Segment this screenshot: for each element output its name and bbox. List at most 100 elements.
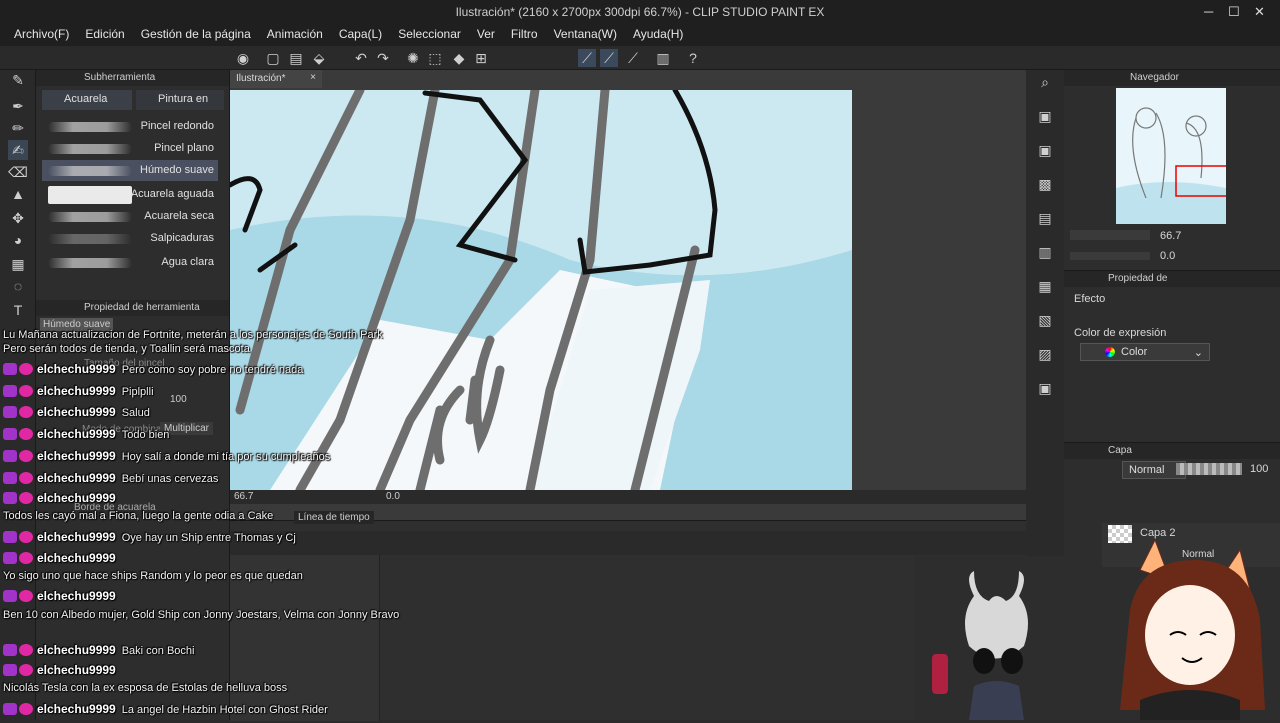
pencil-icon[interactable]: ✏: [8, 118, 28, 138]
menu-edicion[interactable]: Edición: [77, 24, 132, 46]
maximize-button[interactable]: ☐: [1228, 4, 1240, 20]
navigator-panel: Navegador 66.7 0.0: [1064, 70, 1280, 270]
selection-pen-icon[interactable]: ✎: [8, 70, 28, 90]
menu-gestion-pagina[interactable]: Gestión de la página: [133, 24, 259, 46]
chat-message: elchechu9999 Pero como soy pobre no tendr…: [3, 362, 303, 376]
brush-humedo-suave[interactable]: Húmedo suave: [42, 160, 218, 181]
subtool-header: Subherramienta: [36, 70, 229, 86]
window-icon[interactable]: ▥: [654, 49, 672, 67]
chat-message: elchechu9999 Todo bien: [3, 427, 169, 441]
redo-icon[interactable]: ↷: [374, 49, 392, 67]
airbrush-icon[interactable]: ▲: [8, 184, 28, 204]
chat-message: elchechu9999 Oye hay un Ship entre Thomas…: [3, 530, 296, 544]
transform-icon[interactable]: ⊞: [472, 49, 490, 67]
history-icon[interactable]: ▦: [1035, 276, 1055, 296]
clear-icon[interactable]: ⬚: [426, 49, 444, 67]
webcam-overlay: [914, 556, 1078, 720]
snap-grid-icon[interactable]: ⟋: [624, 49, 642, 67]
fill-icon[interactable]: ◆: [450, 49, 468, 67]
auto-action-icon[interactable]: ▧: [1035, 310, 1055, 330]
layer-name: Capa 2: [1140, 527, 1176, 539]
brush-pincel-plano[interactable]: Pincel plano: [42, 138, 218, 159]
menu-seleccionar[interactable]: Seleccionar: [390, 24, 469, 46]
loading-icon[interactable]: ✺: [404, 49, 422, 67]
subtool-tab-acuarela[interactable]: Acuarela: [42, 90, 132, 110]
document-tab[interactable]: Ilustración* ×: [230, 70, 322, 88]
chat-message: elchechu9999 La angel de Hazbin Hotel con…: [3, 702, 328, 716]
subtool-tab-pintura[interactable]: Pintura en: [136, 90, 224, 110]
chat-message: elchechu9999: [3, 589, 122, 603]
brush-pincel-redondo[interactable]: Pincel redondo: [42, 116, 218, 137]
menu-ventana[interactable]: Ventana(W): [546, 24, 625, 46]
snap-ruler-icon[interactable]: ⟋: [578, 49, 596, 67]
material-icon[interactable]: ▩: [1035, 174, 1055, 194]
save-icon[interactable]: ⬙: [310, 49, 328, 67]
chat-message: elchechu9999: [3, 663, 122, 677]
chat-message: Lu Mañana actualizacion de Fortnite, met…: [3, 329, 383, 355]
menu-filtro[interactable]: Filtro: [503, 24, 546, 46]
chat-message: elchechu9999 Salud: [3, 405, 150, 419]
menu-bar: Archivo(F) Edición Gestión de la página …: [0, 24, 1280, 46]
brush-icon[interactable]: ✍: [8, 140, 28, 160]
minimize-button[interactable]: ─: [1204, 4, 1213, 19]
zoom-slider[interactable]: [1070, 230, 1150, 240]
brush-acuarela-aguada[interactable]: Acuarela aguada: [42, 184, 218, 205]
menu-ver[interactable]: Ver: [469, 24, 503, 46]
property-header: Propiedad de: [1064, 271, 1280, 287]
document-tab-label: Ilustración*: [236, 73, 286, 84]
navigator-header: Navegador: [1064, 70, 1280, 86]
brush-acuarela-seca[interactable]: Acuarela seca: [42, 206, 218, 227]
brush-salpicaduras[interactable]: Salpicaduras: [42, 228, 218, 249]
effect-label: Efecto: [1074, 293, 1106, 305]
streamer-avatar: [1100, 538, 1280, 720]
new-file-icon[interactable]: ▢: [264, 49, 282, 67]
help-icon[interactable]: ?: [684, 49, 702, 67]
tab-close-icon[interactable]: ×: [310, 72, 316, 83]
move-icon[interactable]: ✥: [8, 208, 28, 228]
rotation-slider[interactable]: [1070, 252, 1150, 260]
chat-overlay: Lu Mañana actualizacion de Fortnite, met…: [0, 328, 420, 720]
import-icon[interactable]: ▣: [1035, 106, 1055, 126]
layer-search-icon[interactable]: ▤: [1035, 208, 1055, 228]
export-icon[interactable]: ▣: [1035, 140, 1055, 160]
color-wheel-icon: [1105, 347, 1115, 357]
menu-ayuda[interactable]: Ayuda(H): [625, 24, 691, 46]
sub-view-icon[interactable]: ▥: [1035, 242, 1055, 262]
menu-archivo[interactable]: Archivo(F): [6, 24, 77, 46]
expression-color-select[interactable]: Color ⌄: [1080, 343, 1210, 361]
chat-message: elchechu9999 Bebí unas cervezas: [3, 471, 218, 485]
undo-icon[interactable]: ↶: [352, 49, 370, 67]
search-icon[interactable]: ⌕: [1035, 72, 1055, 92]
expression-color-label: Color de expresión: [1074, 327, 1167, 339]
layer-header: Capa: [1064, 443, 1280, 459]
item-bank-icon[interactable]: ▨: [1035, 344, 1055, 364]
figure-icon[interactable]: ▦: [8, 254, 28, 274]
chat-message: elchechu9999 Piplplli: [3, 384, 154, 398]
brush-agua-clara[interactable]: Agua clara: [42, 252, 218, 273]
tool-property-header: Propiedad de herramienta: [36, 300, 229, 316]
chat-message: elchechu9999: [3, 551, 122, 565]
chevron-down-icon: ⌄: [1193, 347, 1203, 359]
text-icon[interactable]: T: [8, 300, 28, 320]
open-folder-icon[interactable]: ▤: [287, 49, 305, 67]
command-bar: ◉ ▢ ▤ ⬙ ↶ ↷ ✺ ⬚ ◆ ⊞ ⟋ ⟋ ⟋ ▥ ?: [0, 46, 1280, 70]
menu-capa[interactable]: Capa(L): [331, 24, 390, 46]
chat-message: elchechu9999 Baki con Bochi: [3, 643, 194, 657]
close-button[interactable]: ✕: [1254, 4, 1265, 20]
title-bar: Ilustración* (2160 x 2700px 300dpi 66.7%…: [0, 0, 1280, 24]
chat-message: Todos les cayó mal a Fiona, luego la gen…: [3, 510, 274, 522]
navigator-rotation: 0.0: [1160, 250, 1176, 262]
navigator-thumbnail[interactable]: [1116, 88, 1240, 224]
layer-property-panel: Propiedad de Efecto Color de expresión C…: [1064, 270, 1280, 442]
snap-special-ruler-icon[interactable]: ⟋: [600, 49, 618, 67]
color-set-icon[interactable]: ▣: [1035, 378, 1055, 398]
eraser-icon[interactable]: ⌫: [8, 162, 28, 182]
lasso-icon[interactable]: ◌: [8, 276, 28, 296]
layer-opacity-value[interactable]: 100: [1250, 463, 1268, 475]
layer-opacity-slider[interactable]: [1176, 463, 1242, 475]
pen-icon[interactable]: ✒: [8, 96, 28, 116]
menu-animacion[interactable]: Animación: [259, 24, 331, 46]
chat-message: Nicolás Tesla con la ex esposa de Estola…: [3, 682, 288, 694]
fill-bucket-icon[interactable]: ◕: [8, 230, 28, 250]
clip-studio-icon[interactable]: ◉: [234, 49, 252, 67]
